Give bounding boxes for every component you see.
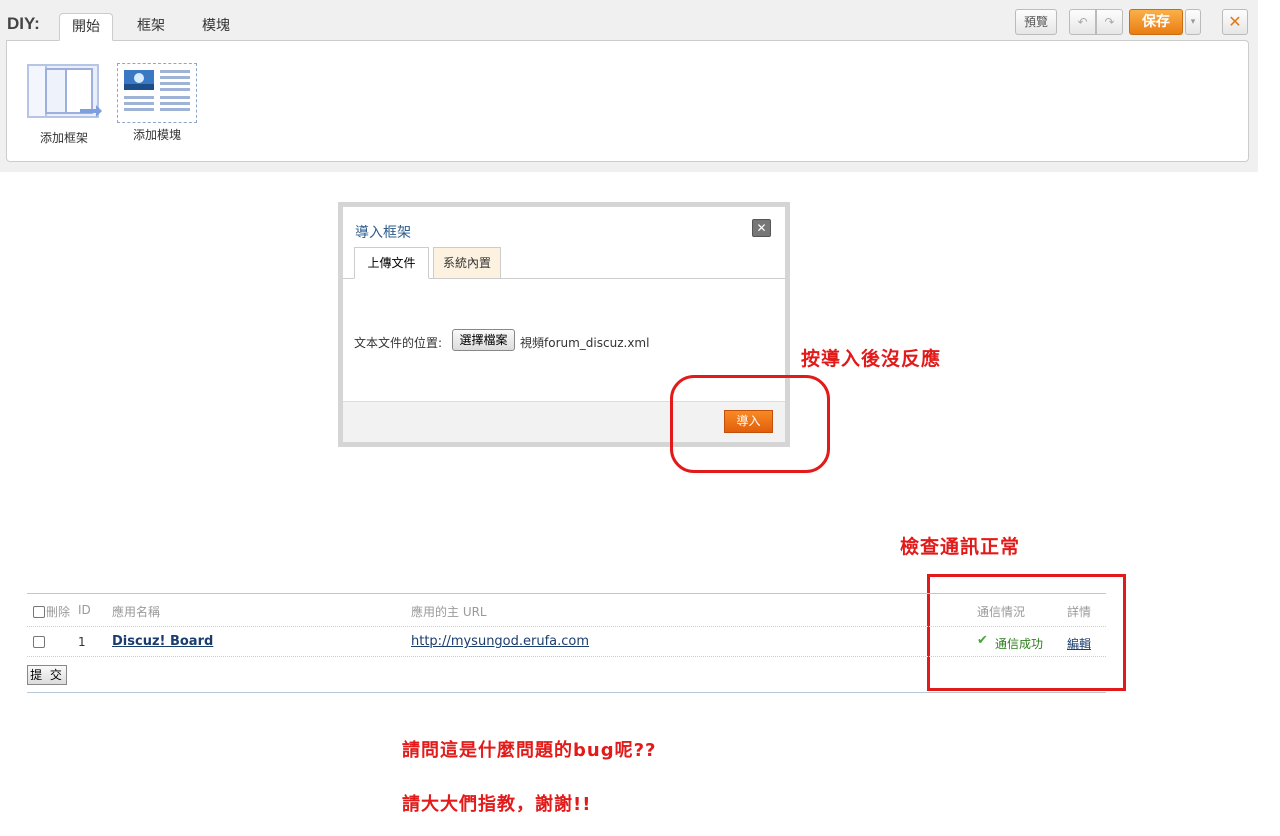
row-edit-link[interactable]: 編輯 [1067, 635, 1091, 652]
tab-frame[interactable]: 框架 [131, 13, 171, 41]
preview-button[interactable]: 預覽 [1015, 9, 1057, 35]
undo-button[interactable]: ↶ [1069, 9, 1096, 35]
choose-file-button[interactable]: 選擇檔案 [452, 329, 515, 351]
dialog-title: 導入框架 [355, 225, 411, 241]
table-bottom-border [27, 692, 1106, 693]
submit-button[interactable]: 提 交 [27, 665, 67, 685]
check-icon: ✔ [977, 633, 988, 648]
add-frame-button[interactable]: 添加框架 [19, 63, 109, 146]
block-icon [117, 63, 197, 123]
table-top-border [27, 593, 1106, 594]
annotation-oval [670, 375, 830, 473]
selected-file-name: 視頻forum_discuz.xml [520, 336, 650, 350]
add-block-button[interactable]: 添加模塊 [112, 63, 202, 143]
row-app-name-link[interactable]: Discuz! Board [112, 634, 213, 649]
tab-start[interactable]: 開始 [59, 13, 113, 41]
save-menu-button[interactable]: ▾ [1185, 9, 1201, 35]
row-status: 通信成功 [995, 637, 1044, 651]
tab-upload-file[interactable]: 上傳文件 [354, 247, 429, 279]
row-id: 1 [78, 635, 86, 649]
annotation-question: 請問這是什麼問題的bug呢?? [402, 740, 657, 761]
close-diy-button[interactable]: ✕ [1222, 9, 1248, 35]
header-delete: 刪除 [46, 605, 71, 619]
frame-icon [27, 64, 102, 118]
annotation-thanks: 請大大們指教，謝謝!! [402, 794, 592, 815]
header-url: 應用的主 URL [411, 605, 487, 619]
header-id: ID [78, 603, 91, 617]
header-name: 應用名稱 [112, 605, 161, 619]
select-all-checkbox[interactable] [33, 606, 45, 618]
diy-panel: 添加框架 添加模塊 [6, 40, 1249, 162]
annotation-comm-ok: 檢查通訊正常 [900, 536, 1021, 558]
header-detail: 詳情 [1067, 605, 1092, 619]
header-status: 通信情況 [977, 605, 1026, 619]
annotation-no-response: 按導入後沒反應 [801, 348, 942, 370]
tab-builtin[interactable]: 系統內置 [433, 247, 501, 279]
save-button[interactable]: 保存 [1129, 9, 1183, 35]
redo-button[interactable]: ↷ [1096, 9, 1123, 35]
row-url-link[interactable]: http://mysungod.erufa.com [411, 634, 589, 649]
annotation-rect [927, 574, 1126, 691]
header-row-divider [27, 626, 1106, 627]
tab-block[interactable]: 模塊 [196, 13, 236, 41]
row-divider [27, 656, 1106, 657]
add-block-label: 添加模塊 [132, 128, 181, 142]
dialog-close-button[interactable]: ✕ [752, 219, 771, 237]
diy-toolbar: DIY: 開始 框架 模塊 預覽 ↶ ↷ 保存 ▾ ✕ 添加框架 添加模塊 [0, 0, 1258, 172]
add-frame-label: 添加框架 [39, 131, 88, 145]
file-location-label: 文本文件的位置: [354, 336, 443, 350]
row-checkbox[interactable] [33, 636, 45, 648]
diy-label: DIY: [7, 14, 40, 33]
